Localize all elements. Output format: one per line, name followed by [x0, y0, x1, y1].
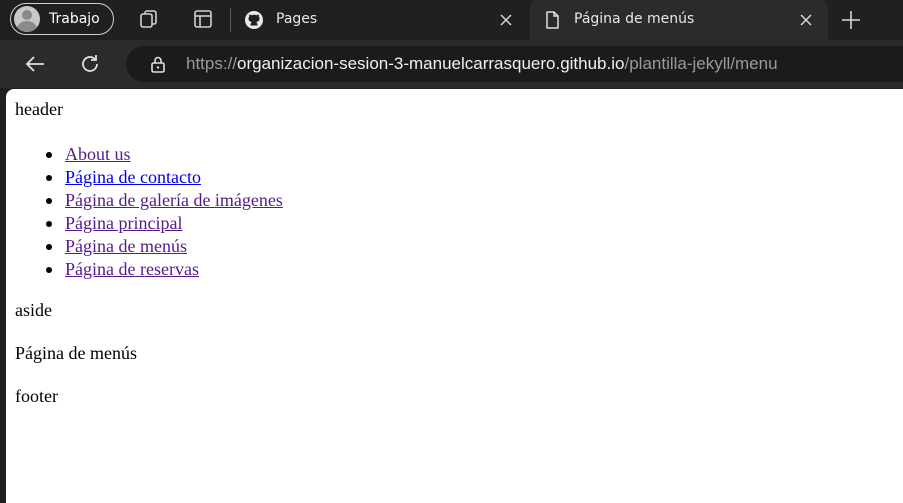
nav-list: About us Página de contacto Página de ga…: [46, 143, 283, 281]
url-path: /plantilla-jekyll/menu: [624, 54, 778, 73]
url-host: organizacion-sesion-3-manuelcarrasquero.…: [237, 54, 625, 73]
new-tab-icon[interactable]: [840, 9, 862, 31]
tab-title: Página de menús: [574, 11, 695, 27]
link-menus[interactable]: Página de menús: [65, 236, 187, 256]
profile-button[interactable]: Trabajo: [10, 3, 114, 35]
vertical-tabs-icon[interactable]: [192, 8, 214, 30]
avatar: [14, 6, 40, 32]
list-item: Página de galería de imágenes: [46, 189, 283, 212]
document-icon: [546, 11, 559, 29]
link-principal[interactable]: Página principal: [65, 213, 182, 233]
page-viewport: header About us Página de contacto Págin…: [6, 89, 903, 503]
github-icon: [245, 11, 263, 29]
link-reservas[interactable]: Página de reservas: [65, 259, 199, 279]
close-icon[interactable]: [798, 12, 814, 28]
tab-pages[interactable]: Pages: [232, 0, 528, 40]
list-item: Página de menús: [46, 235, 283, 258]
page-main: Página de menús: [15, 343, 137, 363]
tab-title: Pages: [276, 11, 318, 27]
url-scheme: https://: [186, 54, 238, 73]
tab-strip: Trabajo Pages Página de menús: [0, 0, 903, 40]
url-text[interactable]: https://organizacion-sesion-3-manuelcarr…: [186, 54, 778, 74]
lock-icon[interactable]: [148, 54, 168, 74]
page-aside: aside: [15, 300, 52, 320]
workspaces-icon[interactable]: [138, 8, 160, 30]
refresh-icon[interactable]: [78, 52, 102, 76]
toolbar: https://organizacion-sesion-3-manuelcarr…: [0, 40, 903, 88]
list-item: Página de contacto: [46, 166, 283, 189]
close-icon[interactable]: [498, 12, 514, 28]
link-about-us[interactable]: About us: [65, 144, 131, 164]
back-arrow-icon[interactable]: [23, 52, 47, 76]
tab-separator: [230, 8, 231, 32]
page-header: header: [15, 99, 63, 119]
link-contacto[interactable]: Página de contacto: [65, 167, 201, 187]
profile-label: Trabajo: [49, 11, 100, 27]
list-item: About us: [46, 143, 283, 166]
list-item: Página principal: [46, 212, 283, 235]
list-item: Página de reservas: [46, 258, 283, 281]
page-footer: footer: [15, 386, 58, 406]
link-galeria[interactable]: Página de galería de imágenes: [65, 190, 283, 210]
tab-menus[interactable]: Página de menús: [530, 0, 828, 40]
